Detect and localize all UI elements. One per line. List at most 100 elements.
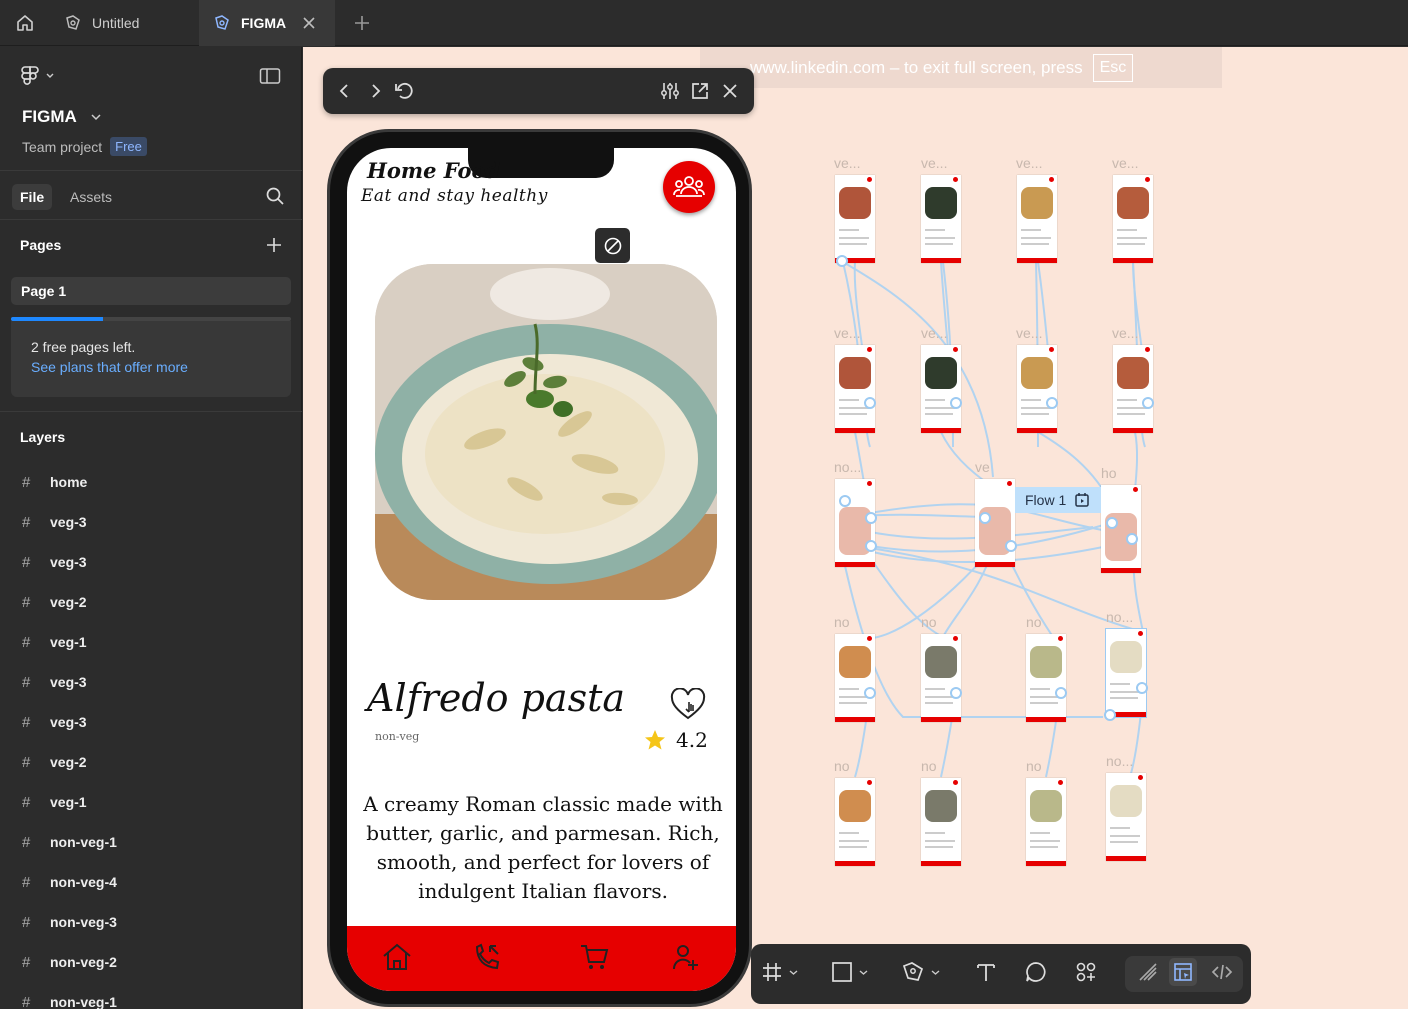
prototype-mode-button[interactable] xyxy=(1169,958,1197,986)
connection-handle[interactable] xyxy=(865,512,877,524)
layer-item[interactable]: # veg-2 xyxy=(0,742,302,782)
connection-handle[interactable] xyxy=(1142,397,1154,409)
layer-item[interactable]: # non-veg-2 xyxy=(0,942,302,982)
page-item-page-1[interactable]: Page 1 xyxy=(11,277,291,305)
frame-thumbnail[interactable] xyxy=(921,175,961,263)
connection-handle[interactable] xyxy=(836,255,848,267)
open-external-icon[interactable] xyxy=(690,81,710,101)
frame-hash-icon: # xyxy=(22,993,31,1009)
panel-toggle-button[interactable] xyxy=(259,67,281,90)
comment-tool-button[interactable] xyxy=(1025,961,1047,983)
cart-icon[interactable] xyxy=(579,942,609,972)
canvas[interactable]: ve... ve... ve... ve... ve... ve... ve..… xyxy=(303,47,1408,1009)
layer-label: veg-3 xyxy=(50,674,87,690)
frame-thumbnail[interactable] xyxy=(921,345,961,433)
draw-mode-button[interactable] xyxy=(1137,961,1159,983)
tab-label: FIGMA xyxy=(241,15,287,31)
frame-thumbnail[interactable] xyxy=(1017,175,1057,263)
tab-file[interactable]: File xyxy=(12,184,53,210)
resources-tool-button[interactable] xyxy=(1075,961,1097,983)
connection-handle[interactable] xyxy=(1055,687,1067,699)
see-plans-link[interactable]: See plans that offer more xyxy=(31,359,271,375)
layer-item[interactable]: # veg-1 xyxy=(0,622,302,662)
layer-item[interactable]: # veg-2 xyxy=(0,582,302,622)
layer-item[interactable]: # veg-3 xyxy=(0,702,302,742)
add-page-button[interactable] xyxy=(265,236,283,259)
connection-handle[interactable] xyxy=(1136,682,1148,694)
frame-thumbnail[interactable] xyxy=(1113,345,1153,433)
frame-tool-button[interactable] xyxy=(761,961,798,983)
layer-item[interactable]: # veg-3 xyxy=(0,542,302,582)
favorite-heart-icon[interactable] xyxy=(669,687,707,727)
frame-thumbnail[interactable] xyxy=(1026,634,1066,722)
pen-tool-button[interactable] xyxy=(901,961,940,983)
connection-handle[interactable] xyxy=(979,512,991,524)
shape-tool-button[interactable] xyxy=(831,961,868,983)
frame-thumbnail[interactable] xyxy=(1106,773,1146,861)
layer-item[interactable]: # home xyxy=(0,462,302,502)
text-tool-button[interactable] xyxy=(975,961,997,983)
frame-thumbnail[interactable] xyxy=(1017,345,1057,433)
frame-thumbnail[interactable] xyxy=(835,345,875,433)
layer-item[interactable]: # veg-1 xyxy=(0,782,302,822)
project-name[interactable]: FIGMA xyxy=(22,107,101,127)
frame-thumbnail[interactable] xyxy=(921,778,961,866)
esc-key: Esc xyxy=(1092,53,1134,82)
frame-thumbnail[interactable] xyxy=(921,634,961,722)
add-tab-button[interactable] xyxy=(348,10,376,36)
close-tab-icon[interactable] xyxy=(302,16,316,30)
tab-assets[interactable]: Assets xyxy=(62,184,120,210)
connection-handle[interactable] xyxy=(950,397,962,409)
frame-label: ve... xyxy=(1112,325,1139,341)
connection-handle[interactable] xyxy=(864,397,876,409)
home-icon[interactable] xyxy=(381,942,413,972)
layer-item[interactable]: # veg-3 xyxy=(0,662,302,702)
frame-thumbnail[interactable] xyxy=(835,778,875,866)
back-icon[interactable] xyxy=(335,81,355,101)
layer-item[interactable]: # veg-3 xyxy=(0,502,302,542)
connection-handle[interactable] xyxy=(864,687,876,699)
layer-item[interactable]: # non-veg-1 xyxy=(0,982,302,1009)
close-icon[interactable] xyxy=(721,81,739,101)
flow-starting-point[interactable]: Flow 1 xyxy=(1015,487,1101,513)
profile-button[interactable] xyxy=(663,161,715,213)
hotspot-disabled-icon[interactable] xyxy=(595,228,630,263)
connection-handle[interactable] xyxy=(1046,397,1058,409)
connection-handle[interactable] xyxy=(1104,709,1116,721)
figma-file-icon xyxy=(213,14,231,32)
forward-icon[interactable] xyxy=(365,81,385,101)
connection-handle[interactable] xyxy=(1005,540,1017,552)
frame-thumbnail-home[interactable] xyxy=(1101,485,1141,573)
layer-item[interactable]: # non-veg-1 xyxy=(0,822,302,862)
main-menu-button[interactable] xyxy=(20,65,54,87)
flow-icon xyxy=(1075,493,1089,507)
connection-handle[interactable] xyxy=(950,687,962,699)
tab-figma[interactable]: FIGMA xyxy=(199,0,335,46)
user-add-icon[interactable] xyxy=(671,942,699,972)
layer-item[interactable]: # non-veg-4 xyxy=(0,862,302,902)
frame-hash-icon: # xyxy=(22,553,31,571)
restart-icon[interactable] xyxy=(393,81,415,101)
frame-label: ve... xyxy=(1016,155,1043,171)
frame-thumbnail[interactable] xyxy=(1026,778,1066,866)
phone-screen[interactable]: Home Food Eat and stay healthy Alfredo p… xyxy=(347,148,736,991)
home-button[interactable] xyxy=(0,0,50,46)
frame-thumbnail[interactable] xyxy=(1113,175,1153,263)
phone-call-icon[interactable] xyxy=(473,942,501,972)
frame-thumbnail[interactable] xyxy=(835,634,875,722)
frame-thumbnail[interactable] xyxy=(835,175,875,263)
code-icon xyxy=(1211,964,1233,980)
frame-thumbnail-selected[interactable] xyxy=(1105,628,1147,718)
connection-handle[interactable] xyxy=(1126,533,1138,545)
connection-handle[interactable] xyxy=(1106,517,1118,529)
search-icon[interactable] xyxy=(265,186,285,211)
home-icon xyxy=(17,15,33,31)
connection-handle[interactable] xyxy=(865,540,877,552)
dev-mode-button[interactable] xyxy=(1211,961,1233,983)
connection-handle[interactable] xyxy=(839,495,851,507)
tab-untitled[interactable]: Untitled xyxy=(50,0,198,46)
settings-sliders-icon[interactable] xyxy=(659,81,681,101)
plan-badge[interactable]: Free xyxy=(110,137,147,156)
layer-item[interactable]: # non-veg-3 xyxy=(0,902,302,942)
project-type: Team project Free xyxy=(22,137,147,156)
